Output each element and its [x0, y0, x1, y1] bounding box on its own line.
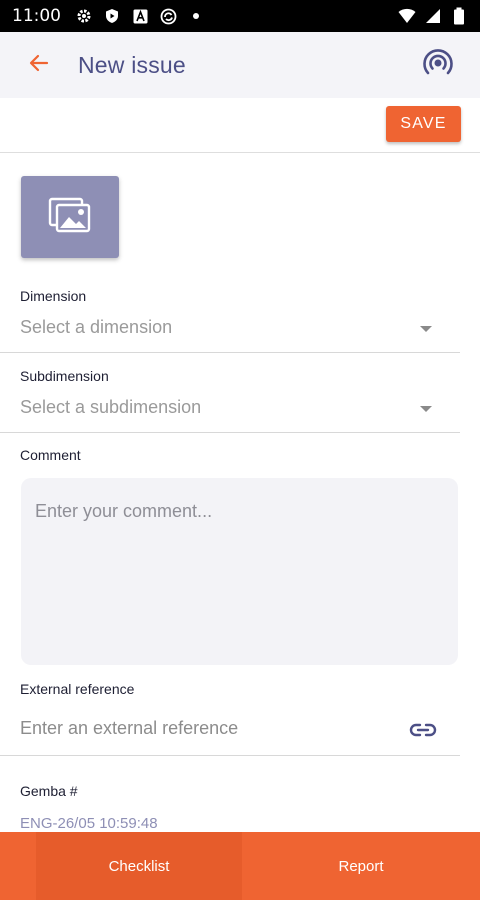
status-icons-right [398, 7, 468, 25]
app-bar: New issue [0, 32, 480, 98]
external-reference-field[interactable]: Enter an external reference [0, 706, 460, 756]
wifi-icon [398, 7, 416, 25]
status-bar: 11:00 [0, 0, 480, 32]
broadcast-icon [422, 47, 454, 84]
gear-icon [75, 7, 93, 25]
link-icon[interactable] [408, 718, 438, 742]
subdimension-placeholder: Select a subdimension [20, 397, 202, 417]
battery-icon [450, 7, 468, 25]
bottom-nav: Checklist Report [0, 832, 480, 900]
dimension-label: Dimension [20, 288, 87, 304]
back-button[interactable] [14, 40, 64, 90]
external-reference-placeholder: Enter an external reference [20, 718, 239, 738]
action-bar: SAVE [0, 98, 480, 153]
dimension-placeholder: Select a dimension [20, 317, 173, 337]
images-icon [48, 195, 92, 240]
status-time: 11:00 [12, 6, 61, 26]
comment-field[interactable]: Enter your comment... [21, 478, 458, 665]
sync-icon [159, 7, 177, 25]
external-reference-label: External reference [20, 681, 135, 697]
tab-report[interactable]: Report [242, 832, 480, 900]
broadcast-button[interactable] [418, 45, 458, 85]
signal-icon [424, 7, 442, 25]
tab-report-label: Report [338, 857, 384, 875]
subdimension-label: Subdimension [20, 368, 109, 384]
chevron-down-icon [420, 326, 432, 332]
gemba-value: ENG-26/05 10:59:48 [20, 815, 158, 832]
chevron-down-icon [420, 406, 432, 412]
font-icon [131, 7, 149, 25]
dimension-select[interactable]: Select a dimension [0, 307, 460, 353]
page-title: New issue [78, 51, 186, 78]
save-button[interactable]: SAVE [386, 106, 461, 142]
comment-label: Comment [20, 447, 81, 463]
tab-checklist-label: Checklist [108, 857, 170, 875]
subdimension-select[interactable]: Select a subdimension [0, 387, 460, 433]
dot-icon [187, 7, 205, 25]
comment-placeholder: Enter your comment... [35, 501, 213, 521]
tab-checklist[interactable]: Checklist [36, 832, 242, 900]
gemba-label: Gemba # [20, 783, 78, 799]
status-icons-left [75, 7, 205, 25]
shield-icon [103, 7, 121, 25]
arrow-left-icon [27, 51, 51, 80]
add-image-button[interactable] [21, 176, 119, 258]
